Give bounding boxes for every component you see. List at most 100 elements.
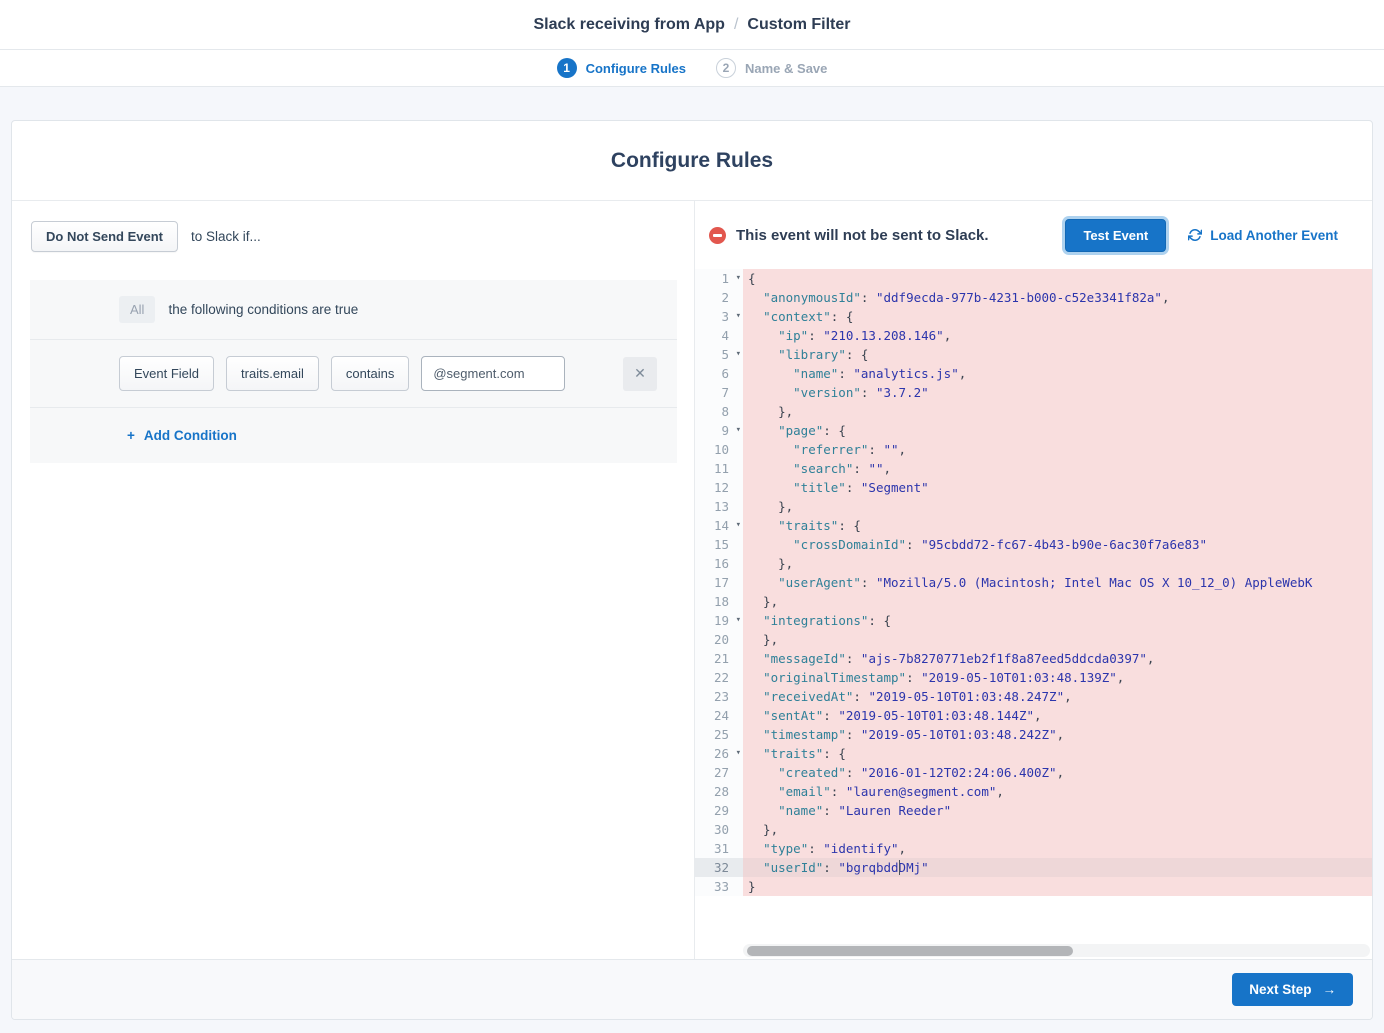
condition-row: Event Field traits.email contains ✕ — [30, 340, 677, 408]
code-line-text[interactable]: "name": "Lauren Reeder" — [743, 801, 1372, 820]
code-line-text[interactable]: "library": { — [743, 345, 1372, 364]
code-line-text[interactable]: "receivedAt": "2019-05-10T01:03:48.247Z"… — [743, 687, 1372, 706]
code-line-text[interactable]: "name": "analytics.js", — [743, 364, 1372, 383]
fold-toggle-icon[interactable]: ▾ — [736, 744, 741, 763]
text-cursor — [899, 860, 900, 875]
gutter-line-number: 6 — [695, 364, 743, 383]
code-line-text[interactable]: "email": "lauren@segment.com", — [743, 782, 1372, 801]
condition-value-input[interactable] — [421, 356, 565, 391]
condition-field-button[interactable]: traits.email — [226, 356, 319, 391]
event-json-editor[interactable]: 1▾{2 "anonymousId": "ddf9ecda-977b-4231-… — [695, 269, 1372, 959]
gutter-line-number: 5▾ — [695, 345, 743, 364]
group-description: the following conditions are true — [168, 302, 358, 317]
configure-rules-card: Configure Rules Do Not Send Event to Sla… — [11, 120, 1373, 1020]
code-line-text[interactable]: "messageId": "ajs-7b8270771eb2f1f8a87eed… — [743, 649, 1372, 668]
load-another-event-link[interactable]: Load Another Event — [1188, 228, 1338, 243]
gutter-line-number: 9▾ — [695, 421, 743, 440]
code-line-text[interactable]: "referrer": "", — [743, 440, 1372, 459]
fold-toggle-icon[interactable]: ▾ — [736, 345, 741, 364]
group-operator-chip[interactable]: All — [119, 296, 155, 323]
breadcrumb-secondary: Custom Filter — [747, 16, 850, 34]
gutter-line-number: 4 — [695, 326, 743, 345]
action-type-button[interactable]: Do Not Send Event — [31, 221, 178, 252]
gutter-line-number: 17 — [695, 573, 743, 592]
gutter-line-number: 12 — [695, 478, 743, 497]
gutter-line-number: 21 — [695, 649, 743, 668]
code-line: 26▾ "traits": { — [695, 744, 1372, 763]
code-line-text[interactable]: "traits": { — [743, 516, 1372, 535]
fold-toggle-icon[interactable]: ▾ — [736, 307, 741, 326]
code-line-text[interactable]: "crossDomainId": "95cbdd72-fc67-4b43-b90… — [743, 535, 1372, 554]
gutter-line-number: 11 — [695, 459, 743, 478]
gutter-line-number: 31 — [695, 839, 743, 858]
add-condition-label: Add Condition — [144, 428, 237, 443]
code-line-text[interactable]: }, — [743, 497, 1372, 516]
code-line: 23 "receivedAt": "2019-05-10T01:03:48.24… — [695, 687, 1372, 706]
gutter-line-number: 22 — [695, 668, 743, 687]
code-line-text[interactable]: }, — [743, 820, 1372, 839]
code-line: 10 "referrer": "", — [695, 440, 1372, 459]
gutter-line-number: 24 — [695, 706, 743, 725]
step-name-and-save[interactable]: 2 Name & Save — [716, 58, 827, 78]
add-condition-row: + Add Condition — [30, 408, 677, 463]
fold-toggle-icon[interactable]: ▾ — [736, 269, 741, 288]
fold-toggle-icon[interactable]: ▾ — [736, 421, 741, 440]
next-step-label: Next Step — [1249, 982, 1311, 997]
code-line: 4 "ip": "210.13.208.146", — [695, 326, 1372, 345]
horizontal-scrollbar[interactable] — [743, 944, 1370, 957]
wizard-stepper: 1 Configure Rules 2 Name & Save — [0, 50, 1384, 87]
breadcrumb-primary[interactable]: Slack receiving from App — [533, 16, 724, 34]
code-line-text[interactable]: "timestamp": "2019-05-10T01:03:48.242Z", — [743, 725, 1372, 744]
fold-toggle-icon[interactable]: ▾ — [736, 516, 741, 535]
code-line-text[interactable]: "userId": "bgrqbddDMj" — [743, 858, 1372, 877]
gutter-line-number: 20 — [695, 630, 743, 649]
code-line: 15 "crossDomainId": "95cbdd72-fc67-4b43-… — [695, 535, 1372, 554]
step-configure-rules[interactable]: 1 Configure Rules — [557, 58, 686, 78]
scrollbar-thumb[interactable] — [747, 946, 1073, 956]
code-line: 31 "type": "identify", — [695, 839, 1372, 858]
page-title: Configure Rules — [12, 121, 1372, 201]
minus-circle-icon — [709, 227, 726, 244]
code-line-text[interactable]: }, — [743, 402, 1372, 421]
gutter-line-number: 33 — [695, 877, 743, 896]
code-line-text[interactable]: "page": { — [743, 421, 1372, 440]
remove-condition-button[interactable]: ✕ — [623, 357, 657, 391]
code-line-text[interactable]: "context": { — [743, 307, 1372, 326]
code-line-text[interactable]: "integrations": { — [743, 611, 1372, 630]
step-2-number: 2 — [716, 58, 736, 78]
code-line-text[interactable]: "created": "2016-01-12T02:24:06.400Z", — [743, 763, 1372, 782]
code-line-text[interactable]: "type": "identify", — [743, 839, 1372, 858]
code-line-text[interactable]: }, — [743, 592, 1372, 611]
code-line: 1▾{ — [695, 269, 1372, 288]
plus-icon: + — [127, 428, 135, 443]
code-line: 16 }, — [695, 554, 1372, 573]
code-lines: 1▾{2 "anonymousId": "ddf9ecda-977b-4231-… — [695, 269, 1372, 896]
code-line-text[interactable]: { — [743, 269, 1372, 288]
code-line-text[interactable]: } — [743, 877, 1372, 896]
gutter-line-number: 23 — [695, 687, 743, 706]
condition-type-button[interactable]: Event Field — [119, 356, 214, 391]
code-line-text[interactable]: "traits": { — [743, 744, 1372, 763]
code-line-text[interactable]: "sentAt": "2019-05-10T01:03:48.144Z", — [743, 706, 1372, 725]
code-line-text[interactable]: }, — [743, 630, 1372, 649]
code-line-text[interactable]: "originalTimestamp": "2019-05-10T01:03:4… — [743, 668, 1372, 687]
code-line-text[interactable]: "ip": "210.13.208.146", — [743, 326, 1372, 345]
gutter-line-number: 14▾ — [695, 516, 743, 535]
gutter-line-number: 26▾ — [695, 744, 743, 763]
step-2-label: Name & Save — [745, 61, 827, 76]
test-event-button[interactable]: Test Event — [1065, 219, 1166, 252]
code-line: 25 "timestamp": "2019-05-10T01:03:48.242… — [695, 725, 1372, 744]
next-step-button[interactable]: Next Step → — [1232, 973, 1353, 1006]
code-line: 27 "created": "2016-01-12T02:24:06.400Z"… — [695, 763, 1372, 782]
code-line-text[interactable]: }, — [743, 554, 1372, 573]
code-line-text[interactable]: "userAgent": "Mozilla/5.0 (Macintosh; In… — [743, 573, 1372, 592]
code-line-text[interactable]: "version": "3.7.2" — [743, 383, 1372, 402]
code-line-text[interactable]: "search": "", — [743, 459, 1372, 478]
code-line-text[interactable]: "anonymousId": "ddf9ecda-977b-4231-b000-… — [743, 288, 1372, 307]
fold-toggle-icon[interactable]: ▾ — [736, 611, 741, 630]
code-line: 17 "userAgent": "Mozilla/5.0 (Macintosh;… — [695, 573, 1372, 592]
condition-operator-button[interactable]: contains — [331, 356, 409, 391]
rule-builder-panel: Do Not Send Event to Slack if... All the… — [12, 201, 695, 959]
code-line-text[interactable]: "title": "Segment" — [743, 478, 1372, 497]
add-condition-button[interactable]: + Add Condition — [127, 428, 237, 443]
